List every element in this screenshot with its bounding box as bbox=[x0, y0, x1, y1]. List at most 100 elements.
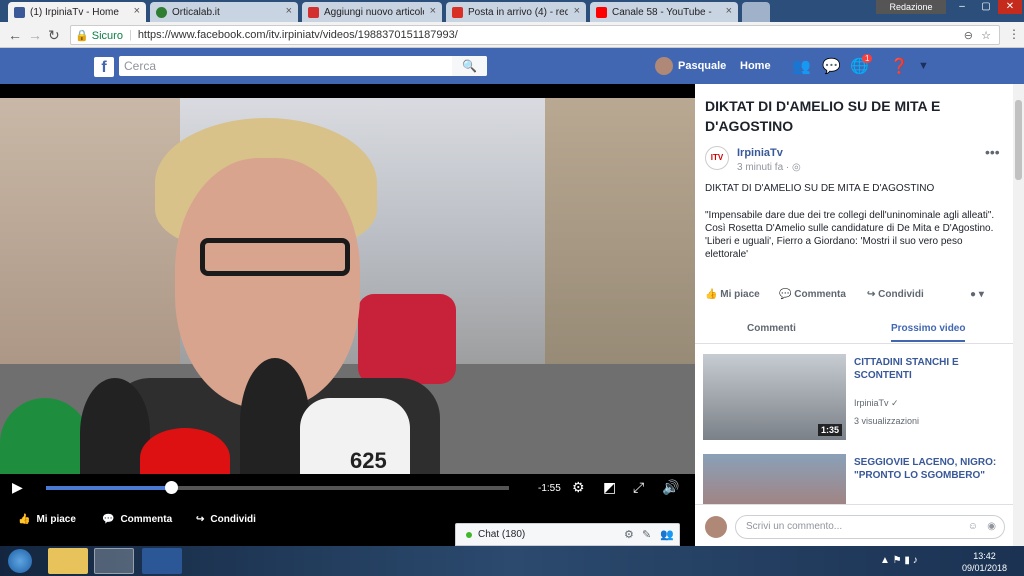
browser-tab-wordpress[interactable]: Aggiungi nuovo articolo × bbox=[302, 2, 442, 22]
suggested-video[interactable]: 1:35 CITTADINI STANCHI E SCONTENTI Irpin… bbox=[703, 354, 1005, 444]
scene-glasses bbox=[200, 238, 350, 276]
play-icon[interactable]: ▶ bbox=[12, 479, 23, 496]
suggested-video-views: 3 visualizzazioni bbox=[854, 416, 920, 426]
post-share-button[interactable]: ↪ Condividi bbox=[867, 289, 924, 300]
orticalab-favicon-icon bbox=[156, 6, 167, 18]
post-side-panel: DIKTAT DI D'AMELIO SU DE MITA E D'AGOSTI… bbox=[695, 84, 1013, 546]
youtube-favicon-icon bbox=[596, 6, 607, 18]
video-progress-handle[interactable] bbox=[165, 481, 178, 494]
new-message-icon[interactable]: ✎ bbox=[642, 528, 651, 541]
back-icon[interactable]: ← bbox=[8, 27, 22, 43]
taskbar-clock[interactable]: 13:42 09/01/2018 bbox=[962, 550, 1007, 574]
video-thumbnail[interactable]: 1:35 bbox=[703, 354, 846, 440]
close-tab-icon[interactable]: × bbox=[134, 5, 140, 17]
chrome-taskbar-icon[interactable] bbox=[94, 548, 134, 574]
page-name-link[interactable]: IrpiniaTv bbox=[737, 147, 783, 159]
post-title: DIKTAT DI D'AMELIO SU DE MITA E D'AGOSTI… bbox=[705, 98, 941, 134]
url-input[interactable]: 🔒 Sicuro | https://www.facebook.com/itv.… bbox=[70, 25, 1000, 45]
start-button[interactable] bbox=[8, 549, 32, 573]
close-tab-icon[interactable]: × bbox=[574, 5, 580, 17]
browser-tab-gmail[interactable]: Posta in arrivo (4) - redaz × bbox=[446, 2, 586, 22]
verified-icon: ✓ bbox=[891, 398, 899, 408]
like-button[interactable]: 👍 Mi piace bbox=[18, 514, 76, 525]
settings-gear-icon[interactable]: ⚙ bbox=[572, 479, 585, 496]
tab-next-video[interactable]: Prossimo video bbox=[891, 323, 966, 342]
url-text: https://www.facebook.com/itv.irpiniatv/v… bbox=[137, 29, 458, 41]
close-window-icon[interactable]: ✕ bbox=[998, 0, 1022, 14]
new-tab-button[interactable] bbox=[742, 2, 770, 22]
close-tab-icon[interactable]: × bbox=[726, 5, 732, 17]
volume-icon[interactable]: 🔊 bbox=[662, 479, 679, 496]
sticker-icon[interactable]: ◉ bbox=[987, 516, 996, 538]
popout-icon[interactable]: ◩ bbox=[603, 479, 616, 496]
minimize-icon[interactable]: – bbox=[950, 0, 974, 14]
share-button[interactable]: ↪ Condividi bbox=[196, 514, 256, 525]
browser-tab-orticalab[interactable]: Orticalab.it × bbox=[150, 2, 298, 22]
profile-button[interactable]: Redazione bbox=[876, 0, 946, 14]
chat-label: Chat (180) bbox=[478, 529, 526, 540]
browser-tab-youtube[interactable]: Canale 58 - YouTube - Yo × bbox=[590, 2, 738, 22]
search-input[interactable]: Cerca bbox=[119, 56, 487, 76]
more-options-icon[interactable]: ••• bbox=[985, 144, 1000, 160]
close-tab-icon[interactable]: × bbox=[286, 5, 292, 17]
chat-bar[interactable]: Chat (180) ⚙ ✎ 👥 bbox=[455, 523, 680, 546]
chat-settings-icon[interactable]: ⚙ bbox=[624, 528, 634, 541]
suggested-video[interactable]: SEGGIOVIE LACENO, NIGRO: "PRONTO LO SGOM… bbox=[703, 454, 1005, 504]
forward-icon[interactable]: → bbox=[28, 27, 42, 43]
user-avatar[interactable] bbox=[655, 57, 673, 75]
tab-title: Orticalab.it bbox=[172, 6, 220, 18]
help-icon[interactable]: ❓ bbox=[890, 57, 909, 75]
video-player[interactable]: 625 ▶ -1:55 ⚙ ◩ ⤢ 🔊 👍 Mi piace 💬 Commenta … bbox=[0, 84, 695, 546]
suggested-video-title[interactable]: CITTADINI STANCHI E SCONTENTI bbox=[854, 356, 999, 382]
messenger-icon[interactable]: 💬 bbox=[822, 57, 841, 75]
home-link[interactable]: Home bbox=[740, 60, 771, 72]
emoji-icon[interactable]: ☺ bbox=[968, 516, 978, 538]
close-tab-icon[interactable]: × bbox=[430, 5, 436, 17]
fullscreen-icon[interactable]: ⤢ bbox=[633, 479, 644, 496]
menu-icon[interactable]: ⋮ bbox=[1008, 27, 1020, 41]
post-tabs: Commenti Prossimo video bbox=[695, 314, 1013, 344]
page-avatar[interactable]: ITV bbox=[705, 146, 729, 170]
search-button[interactable]: 🔍 bbox=[452, 56, 487, 76]
post-comment-button[interactable]: 💬 Commenta bbox=[779, 289, 846, 300]
facebook-logo[interactable]: f bbox=[94, 57, 114, 77]
clock-time: 13:42 bbox=[973, 551, 996, 561]
post-body: "Impensabile dare due dei tre collegi de… bbox=[705, 210, 995, 260]
comment-icon: 💬 bbox=[102, 514, 115, 525]
suggested-video-channel[interactable]: IrpiniaTv ✓ bbox=[854, 398, 899, 409]
video-duration: 1:35 bbox=[817, 424, 842, 436]
tab-title: Posta in arrivo (4) - redaz bbox=[468, 6, 568, 18]
video-frame[interactable]: 625 bbox=[0, 98, 695, 474]
system-tray-icons[interactable]: ▲ ⚑ ▮ ♪ bbox=[880, 555, 918, 566]
comment-composer: Scrivi un commento... ☺ ◉ bbox=[695, 504, 1013, 546]
video-thumbnail[interactable] bbox=[703, 454, 846, 504]
commenter-avatar bbox=[705, 516, 727, 538]
create-group-icon[interactable]: 👥 bbox=[660, 528, 674, 541]
reload-icon[interactable]: ↻ bbox=[48, 27, 60, 44]
account-menu-chevron-icon[interactable]: ▼ bbox=[918, 60, 929, 72]
friend-requests-icon[interactable]: 👥 bbox=[792, 57, 811, 75]
bookmark-star-icon[interactable]: ☆ bbox=[981, 29, 991, 42]
maximize-icon[interactable]: ▢ bbox=[974, 0, 998, 14]
suggested-video-title[interactable]: SEGGIOVIE LACENO, NIGRO: "PRONTO LO SGOM… bbox=[854, 456, 999, 482]
comment-button[interactable]: 💬 Commenta bbox=[102, 514, 172, 525]
online-status-dot bbox=[466, 532, 472, 538]
comment-icon: 💬 bbox=[779, 289, 795, 300]
tab-comments[interactable]: Commenti bbox=[747, 323, 796, 334]
clock-date: 09/01/2018 bbox=[962, 563, 1008, 573]
scene-red-car bbox=[358, 294, 456, 384]
post-like-button[interactable]: 👍 Mi piace bbox=[705, 289, 760, 300]
explorer-taskbar-icon[interactable] bbox=[48, 548, 88, 574]
reaction-avatar-selector[interactable]: ● ▾ bbox=[970, 289, 984, 300]
scrollbar-thumb[interactable] bbox=[1015, 100, 1022, 180]
word-taskbar-icon[interactable] bbox=[142, 548, 182, 574]
zoom-icon[interactable]: ⊖ bbox=[964, 29, 973, 42]
browser-tab-irpiniatv[interactable]: (1) IrpiniaTv - Home × bbox=[8, 2, 146, 22]
post-time[interactable]: 3 minuti fa · ◎ bbox=[737, 162, 801, 173]
tab-title: Aggiungi nuovo articolo bbox=[324, 6, 424, 18]
comment-input[interactable]: Scrivi un commento... ☺ ◉ bbox=[735, 515, 1005, 539]
user-name-link[interactable]: Pasquale bbox=[678, 60, 726, 72]
secure-lock-icon: 🔒 Sicuro bbox=[75, 29, 123, 42]
tab-title: (1) IrpiniaTv - Home bbox=[30, 6, 119, 18]
notification-badge: 1 bbox=[862, 54, 873, 63]
